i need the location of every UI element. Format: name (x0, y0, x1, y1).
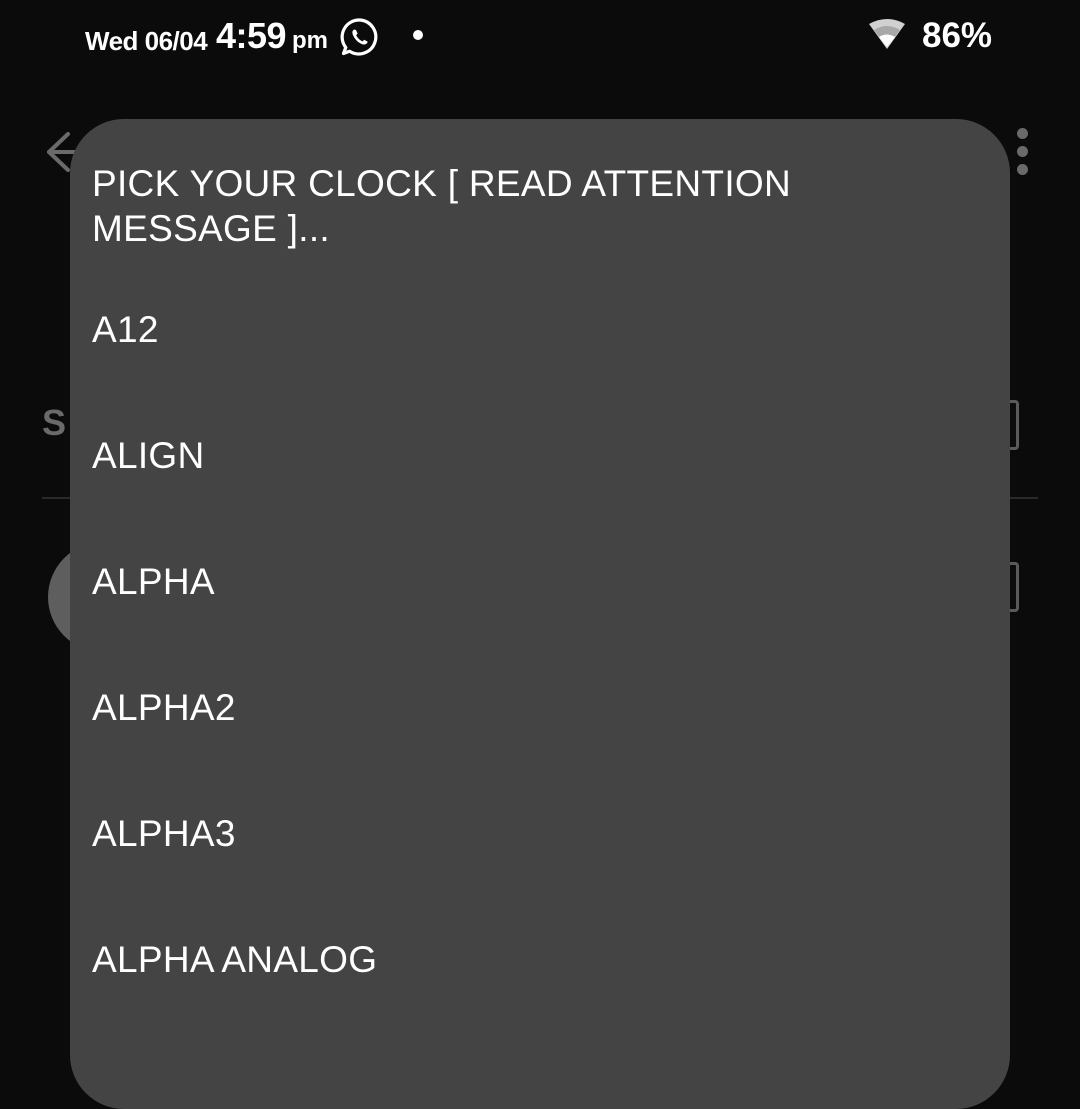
clock-option-alpha3[interactable]: ALPHA3 (70, 771, 1010, 897)
option-label: ALPHA ANALOG (92, 939, 378, 980)
pick-clock-dialog: PICK YOUR CLOCK [ READ ATTENTION MESSAGE… (70, 119, 1010, 1109)
battery-percent: 86% (922, 16, 993, 55)
option-label: ALPHA2 (92, 687, 236, 728)
clock-option-align[interactable]: ALIGN (70, 393, 1010, 519)
clock-option-a12[interactable]: A12 (70, 267, 1010, 393)
notification-dot-icon (413, 30, 423, 40)
status-bar: Wed 06/04 4:59 pm 86% (0, 0, 1080, 80)
clock-option-alpha-analog[interactable]: ALPHA ANALOG (70, 897, 1010, 1023)
status-time: 4:59 (216, 15, 287, 56)
status-ampm: pm (292, 27, 328, 54)
more-vert-icon[interactable] (1012, 128, 1032, 176)
option-label: ALPHA3 (92, 813, 236, 854)
clock-option-alpha[interactable]: ALPHA (70, 519, 1010, 645)
dialog-title: PICK YOUR CLOCK [ READ ATTENTION MESSAGE… (92, 163, 792, 249)
option-label: ALIGN (92, 435, 205, 476)
option-label: ALPHA (92, 561, 215, 602)
clock-option-alpha2[interactable]: ALPHA2 (70, 645, 1010, 771)
clock-option-partial[interactable] (70, 1023, 1010, 1109)
option-label: A12 (92, 309, 159, 350)
background-section-label: S (42, 402, 67, 443)
wifi-icon (869, 19, 905, 49)
status-date: Wed 06/04 (85, 26, 208, 56)
whatsapp-icon (340, 18, 378, 56)
